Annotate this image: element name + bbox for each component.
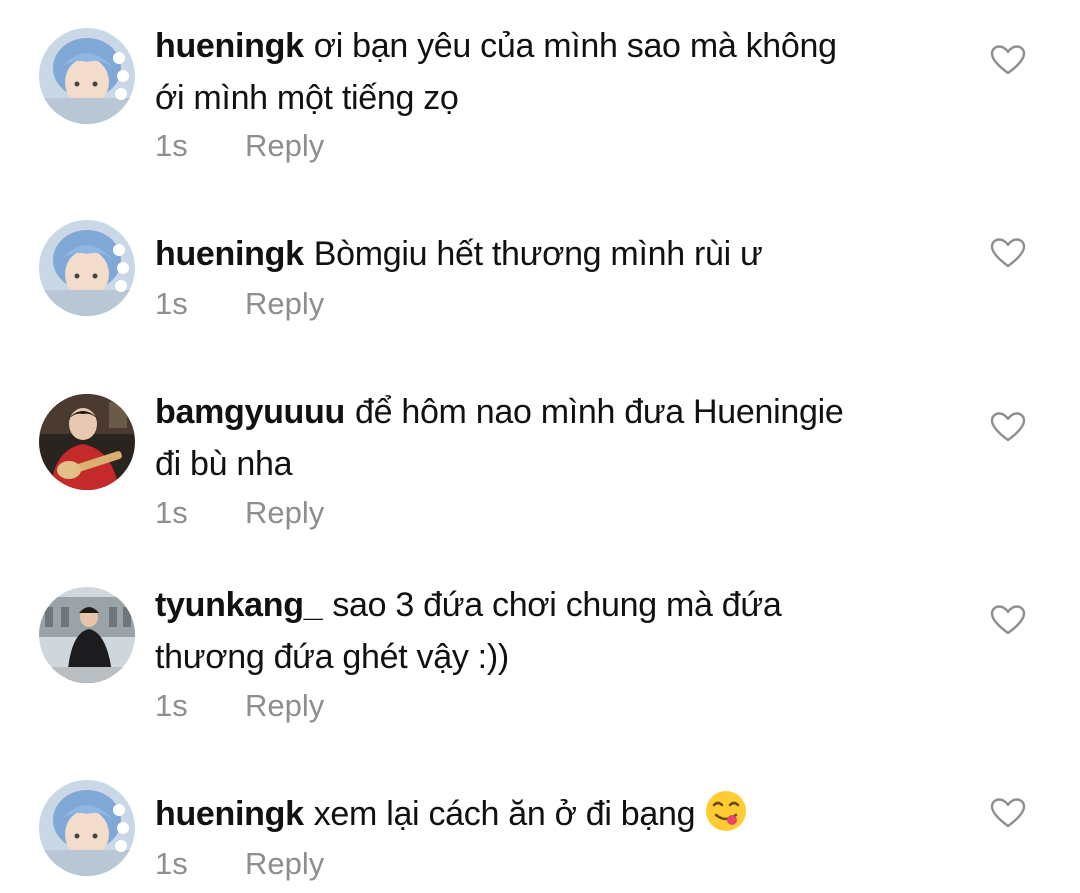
timestamp: 1s	[155, 495, 188, 530]
reply-button[interactable]: Reply	[245, 844, 324, 884]
timestamp: 1s	[155, 846, 188, 881]
heart-icon[interactable]	[990, 44, 1026, 76]
username-link[interactable]: hueningk	[155, 795, 304, 833]
user-avatar-blue-hair-icon	[39, 780, 135, 876]
username-link[interactable]: hueningk	[155, 235, 304, 273]
comment-text: bamgyuuuu để hôm nao mình đưa Hueningie đ…	[155, 386, 955, 490]
comment-meta: 1s Reply	[155, 493, 324, 533]
comment-meta: 1s Reply	[155, 126, 324, 166]
comment-meta: 1s Reply	[155, 844, 324, 884]
heart-icon[interactable]	[990, 237, 1026, 269]
yum-face-emoji-icon	[706, 791, 747, 831]
comment-text: hueningk ơi bạn yêu của mình sao mà không…	[155, 20, 955, 124]
reply-button[interactable]: Reply	[245, 493, 324, 533]
avatar[interactable]	[39, 780, 135, 876]
comment-line: thương đứa ghét vậy :))	[155, 638, 509, 676]
username-link[interactable]: bamgyuuuu	[155, 393, 345, 431]
comment-text: hueningk Bòmgiu hết thương mình rùi ư	[155, 228, 955, 280]
avatar[interactable]	[39, 28, 135, 124]
comment-line: đi bù nha	[155, 445, 293, 483]
comment-line: để hôm nao mình đưa Hueningie	[354, 393, 844, 431]
avatar[interactable]	[39, 587, 135, 683]
comment-meta: 1s Reply	[155, 284, 324, 324]
timestamp: 1s	[155, 688, 188, 723]
heart-icon[interactable]	[990, 411, 1026, 443]
heart-icon[interactable]	[990, 797, 1026, 829]
comment-line: ơi bạn yêu của mình sao mà không	[313, 27, 837, 65]
heart-icon[interactable]	[990, 604, 1026, 636]
user-avatar-blue-hair-icon	[39, 220, 135, 316]
comment-line: ới mình một tiếng zọ	[155, 79, 459, 117]
avatar[interactable]	[39, 394, 135, 490]
timestamp: 1s	[155, 128, 188, 163]
comment-line: sao 3 đứa chơi chung mà đứa	[332, 586, 782, 624]
comment-line: xem lại cách ăn ở đi bạng	[313, 795, 696, 833]
reply-button[interactable]: Reply	[245, 126, 324, 166]
comment-line: Bòmgiu hết thương mình rùi ư	[313, 235, 763, 273]
username-link[interactable]: tyunkang_	[155, 586, 323, 624]
reply-button[interactable]: Reply	[245, 686, 324, 726]
comment-text: hueningk xem lại cách ăn ở đi bạng	[155, 788, 955, 840]
username-link[interactable]: hueningk	[155, 27, 304, 65]
timestamp: 1s	[155, 286, 188, 321]
user-avatar-blue-hair-icon	[39, 28, 135, 124]
reply-button[interactable]: Reply	[245, 284, 324, 324]
comment-text: tyunkang_ sao 3 đứa chơi chung mà đứa thư…	[155, 579, 955, 683]
user-avatar-street-icon	[39, 587, 135, 683]
user-avatar-guitar-icon	[39, 394, 135, 490]
comment-meta: 1s Reply	[155, 686, 324, 726]
avatar[interactable]	[39, 220, 135, 316]
